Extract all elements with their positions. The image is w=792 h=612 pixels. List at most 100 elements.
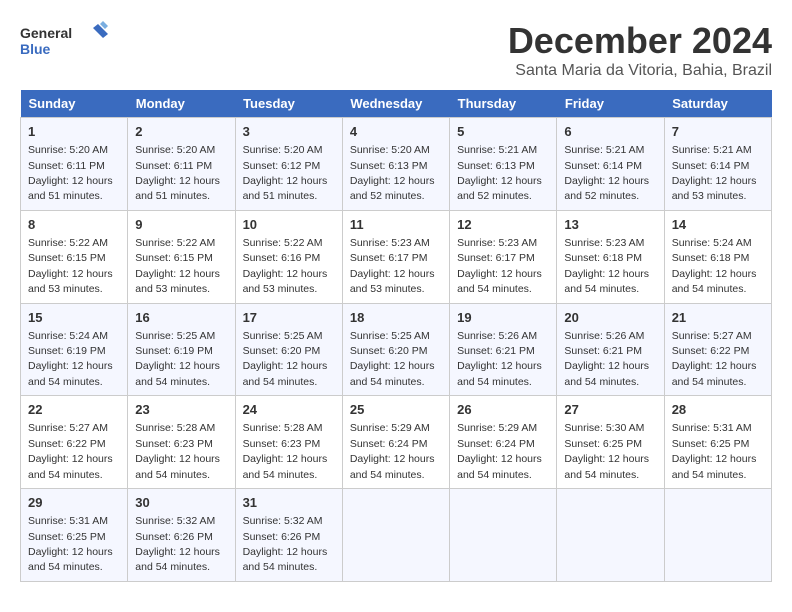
cell-info-line: Daylight: 12 hours xyxy=(135,360,220,372)
cell-info-line: Sunrise: 5:31 AM xyxy=(28,515,108,527)
cell-info-line: Sunrise: 5:27 AM xyxy=(28,422,108,434)
calendar-cell: 26Sunrise: 5:29 AMSunset: 6:24 PMDayligh… xyxy=(450,396,557,489)
cell-info-line: Sunset: 6:19 PM xyxy=(28,345,106,357)
cell-info-line: Sunrise: 5:22 AM xyxy=(28,237,108,249)
cell-info-line: and 54 minutes. xyxy=(135,376,210,388)
cell-info-line: Daylight: 12 hours xyxy=(243,360,328,372)
calendar-cell: 24Sunrise: 5:28 AMSunset: 6:23 PMDayligh… xyxy=(235,396,342,489)
calendar-cell: 7Sunrise: 5:21 AMSunset: 6:14 PMDaylight… xyxy=(664,118,771,211)
day-number: 30 xyxy=(135,494,227,512)
day-number: 26 xyxy=(457,401,549,419)
calendar-cell: 28Sunrise: 5:31 AMSunset: 6:25 PMDayligh… xyxy=(664,396,771,489)
cell-info-line: Sunset: 6:13 PM xyxy=(350,160,428,172)
logo-graphic: General Blue xyxy=(20,20,110,65)
cell-info-line: Sunset: 6:23 PM xyxy=(243,438,321,450)
day-number: 27 xyxy=(564,401,656,419)
cell-info-line: Sunrise: 5:25 AM xyxy=(135,330,215,342)
header-day-wednesday: Wednesday xyxy=(342,90,449,118)
week-row-3: 15Sunrise: 5:24 AMSunset: 6:19 PMDayligh… xyxy=(21,303,772,396)
cell-info-line: Daylight: 12 hours xyxy=(457,360,542,372)
cell-info-line: Sunrise: 5:25 AM xyxy=(243,330,323,342)
header-day-monday: Monday xyxy=(128,90,235,118)
cell-info-line: Sunrise: 5:22 AM xyxy=(243,237,323,249)
calendar-cell: 18Sunrise: 5:25 AMSunset: 6:20 PMDayligh… xyxy=(342,303,449,396)
cell-info-line: and 51 minutes. xyxy=(28,190,103,202)
cell-info-line: Daylight: 12 hours xyxy=(457,453,542,465)
cell-info-line: Daylight: 12 hours xyxy=(135,453,220,465)
cell-info-line: Daylight: 12 hours xyxy=(28,175,113,187)
cell-info-line: Daylight: 12 hours xyxy=(243,175,328,187)
cell-info-line: and 53 minutes. xyxy=(243,283,318,295)
day-number: 14 xyxy=(672,216,764,234)
cell-info-line: and 53 minutes. xyxy=(672,190,747,202)
cell-info-line: Daylight: 12 hours xyxy=(243,268,328,280)
cell-info-line: Daylight: 12 hours xyxy=(243,453,328,465)
cell-info-line: and 53 minutes. xyxy=(28,283,103,295)
cell-info-line: Sunset: 6:24 PM xyxy=(350,438,428,450)
day-number: 17 xyxy=(243,309,335,327)
cell-info-line: Sunrise: 5:21 AM xyxy=(564,144,644,156)
cell-info-line: Sunrise: 5:23 AM xyxy=(564,237,644,249)
cell-info-line: Sunset: 6:26 PM xyxy=(243,531,321,543)
cell-info-line: Sunrise: 5:23 AM xyxy=(457,237,537,249)
cell-info-line: Sunrise: 5:28 AM xyxy=(135,422,215,434)
day-number: 23 xyxy=(135,401,227,419)
day-number: 18 xyxy=(350,309,442,327)
cell-info-line: Sunrise: 5:32 AM xyxy=(135,515,215,527)
cell-info-line: and 54 minutes. xyxy=(672,283,747,295)
cell-info-line: Sunrise: 5:26 AM xyxy=(564,330,644,342)
day-number: 29 xyxy=(28,494,120,512)
cell-info-line: and 54 minutes. xyxy=(564,283,639,295)
cell-info-line: Sunset: 6:21 PM xyxy=(457,345,535,357)
cell-info-line: Daylight: 12 hours xyxy=(350,453,435,465)
calendar-cell: 30Sunrise: 5:32 AMSunset: 6:26 PMDayligh… xyxy=(128,489,235,582)
cell-info-line: Sunrise: 5:20 AM xyxy=(243,144,323,156)
day-number: 8 xyxy=(28,216,120,234)
day-number: 20 xyxy=(564,309,656,327)
calendar-cell xyxy=(557,489,664,582)
header: General Blue December 2024 Santa Maria d… xyxy=(20,20,772,80)
cell-info-line: and 54 minutes. xyxy=(28,469,103,481)
cell-info-line: and 54 minutes. xyxy=(243,376,318,388)
cell-info-line: Daylight: 12 hours xyxy=(564,175,649,187)
cell-info-line: Sunrise: 5:20 AM xyxy=(28,144,108,156)
day-number: 24 xyxy=(243,401,335,419)
calendar-cell: 19Sunrise: 5:26 AMSunset: 6:21 PMDayligh… xyxy=(450,303,557,396)
calendar-cell: 25Sunrise: 5:29 AMSunset: 6:24 PMDayligh… xyxy=(342,396,449,489)
cell-info-line: Sunrise: 5:29 AM xyxy=(457,422,537,434)
cell-info-line: Sunrise: 5:24 AM xyxy=(28,330,108,342)
cell-info-line: Daylight: 12 hours xyxy=(135,175,220,187)
calendar-cell: 3 Sunrise: 5:20 AM Sunset: 6:12 PM Daylight… xyxy=(235,118,342,211)
cell-info-line: and 54 minutes. xyxy=(243,561,318,573)
cell-info-line: Sunset: 6:12 PM xyxy=(243,160,321,172)
cell-info-line: Sunset: 6:11 PM xyxy=(135,160,212,172)
cell-info-line: Sunrise: 5:22 AM xyxy=(135,237,215,249)
cell-info-line: Sunset: 6:18 PM xyxy=(672,252,750,264)
day-number: 3 xyxy=(243,123,335,141)
week-row-4: 22Sunrise: 5:27 AMSunset: 6:22 PMDayligh… xyxy=(21,396,772,489)
cell-info-line: Sunrise: 5:30 AM xyxy=(564,422,644,434)
cell-info-line: Daylight: 12 hours xyxy=(564,268,649,280)
cell-info-line: Sunrise: 5:20 AM xyxy=(350,144,430,156)
cell-info-line: and 54 minutes. xyxy=(135,561,210,573)
calendar-cell: 17Sunrise: 5:25 AMSunset: 6:20 PMDayligh… xyxy=(235,303,342,396)
cell-info-line: and 54 minutes. xyxy=(564,469,639,481)
cell-info-line: and 54 minutes. xyxy=(457,469,532,481)
cell-info-line: Sunrise: 5:21 AM xyxy=(457,144,537,156)
calendar-table: SundayMondayTuesdayWednesdayThursdayFrid… xyxy=(20,90,772,582)
subtitle: Santa Maria da Vitoria, Bahia, Brazil xyxy=(508,62,772,80)
cell-info-line: Daylight: 12 hours xyxy=(135,546,220,558)
cell-info-line: Daylight: 12 hours xyxy=(28,268,113,280)
day-number: 16 xyxy=(135,309,227,327)
cell-info-line: and 54 minutes. xyxy=(672,469,747,481)
cell-info-line: Sunset: 6:17 PM xyxy=(457,252,535,264)
cell-info-line: Daylight: 12 hours xyxy=(672,268,757,280)
cell-info-line: Sunrise: 5:32 AM xyxy=(243,515,323,527)
cell-info-line: and 53 minutes. xyxy=(350,283,425,295)
day-number: 13 xyxy=(564,216,656,234)
cell-info-line: Sunset: 6:22 PM xyxy=(28,438,106,450)
cell-info-line: Daylight: 12 hours xyxy=(564,453,649,465)
cell-info-line: and 54 minutes. xyxy=(28,561,103,573)
cell-info-line: Sunset: 6:17 PM xyxy=(350,252,428,264)
main-title: December 2024 xyxy=(508,20,772,62)
